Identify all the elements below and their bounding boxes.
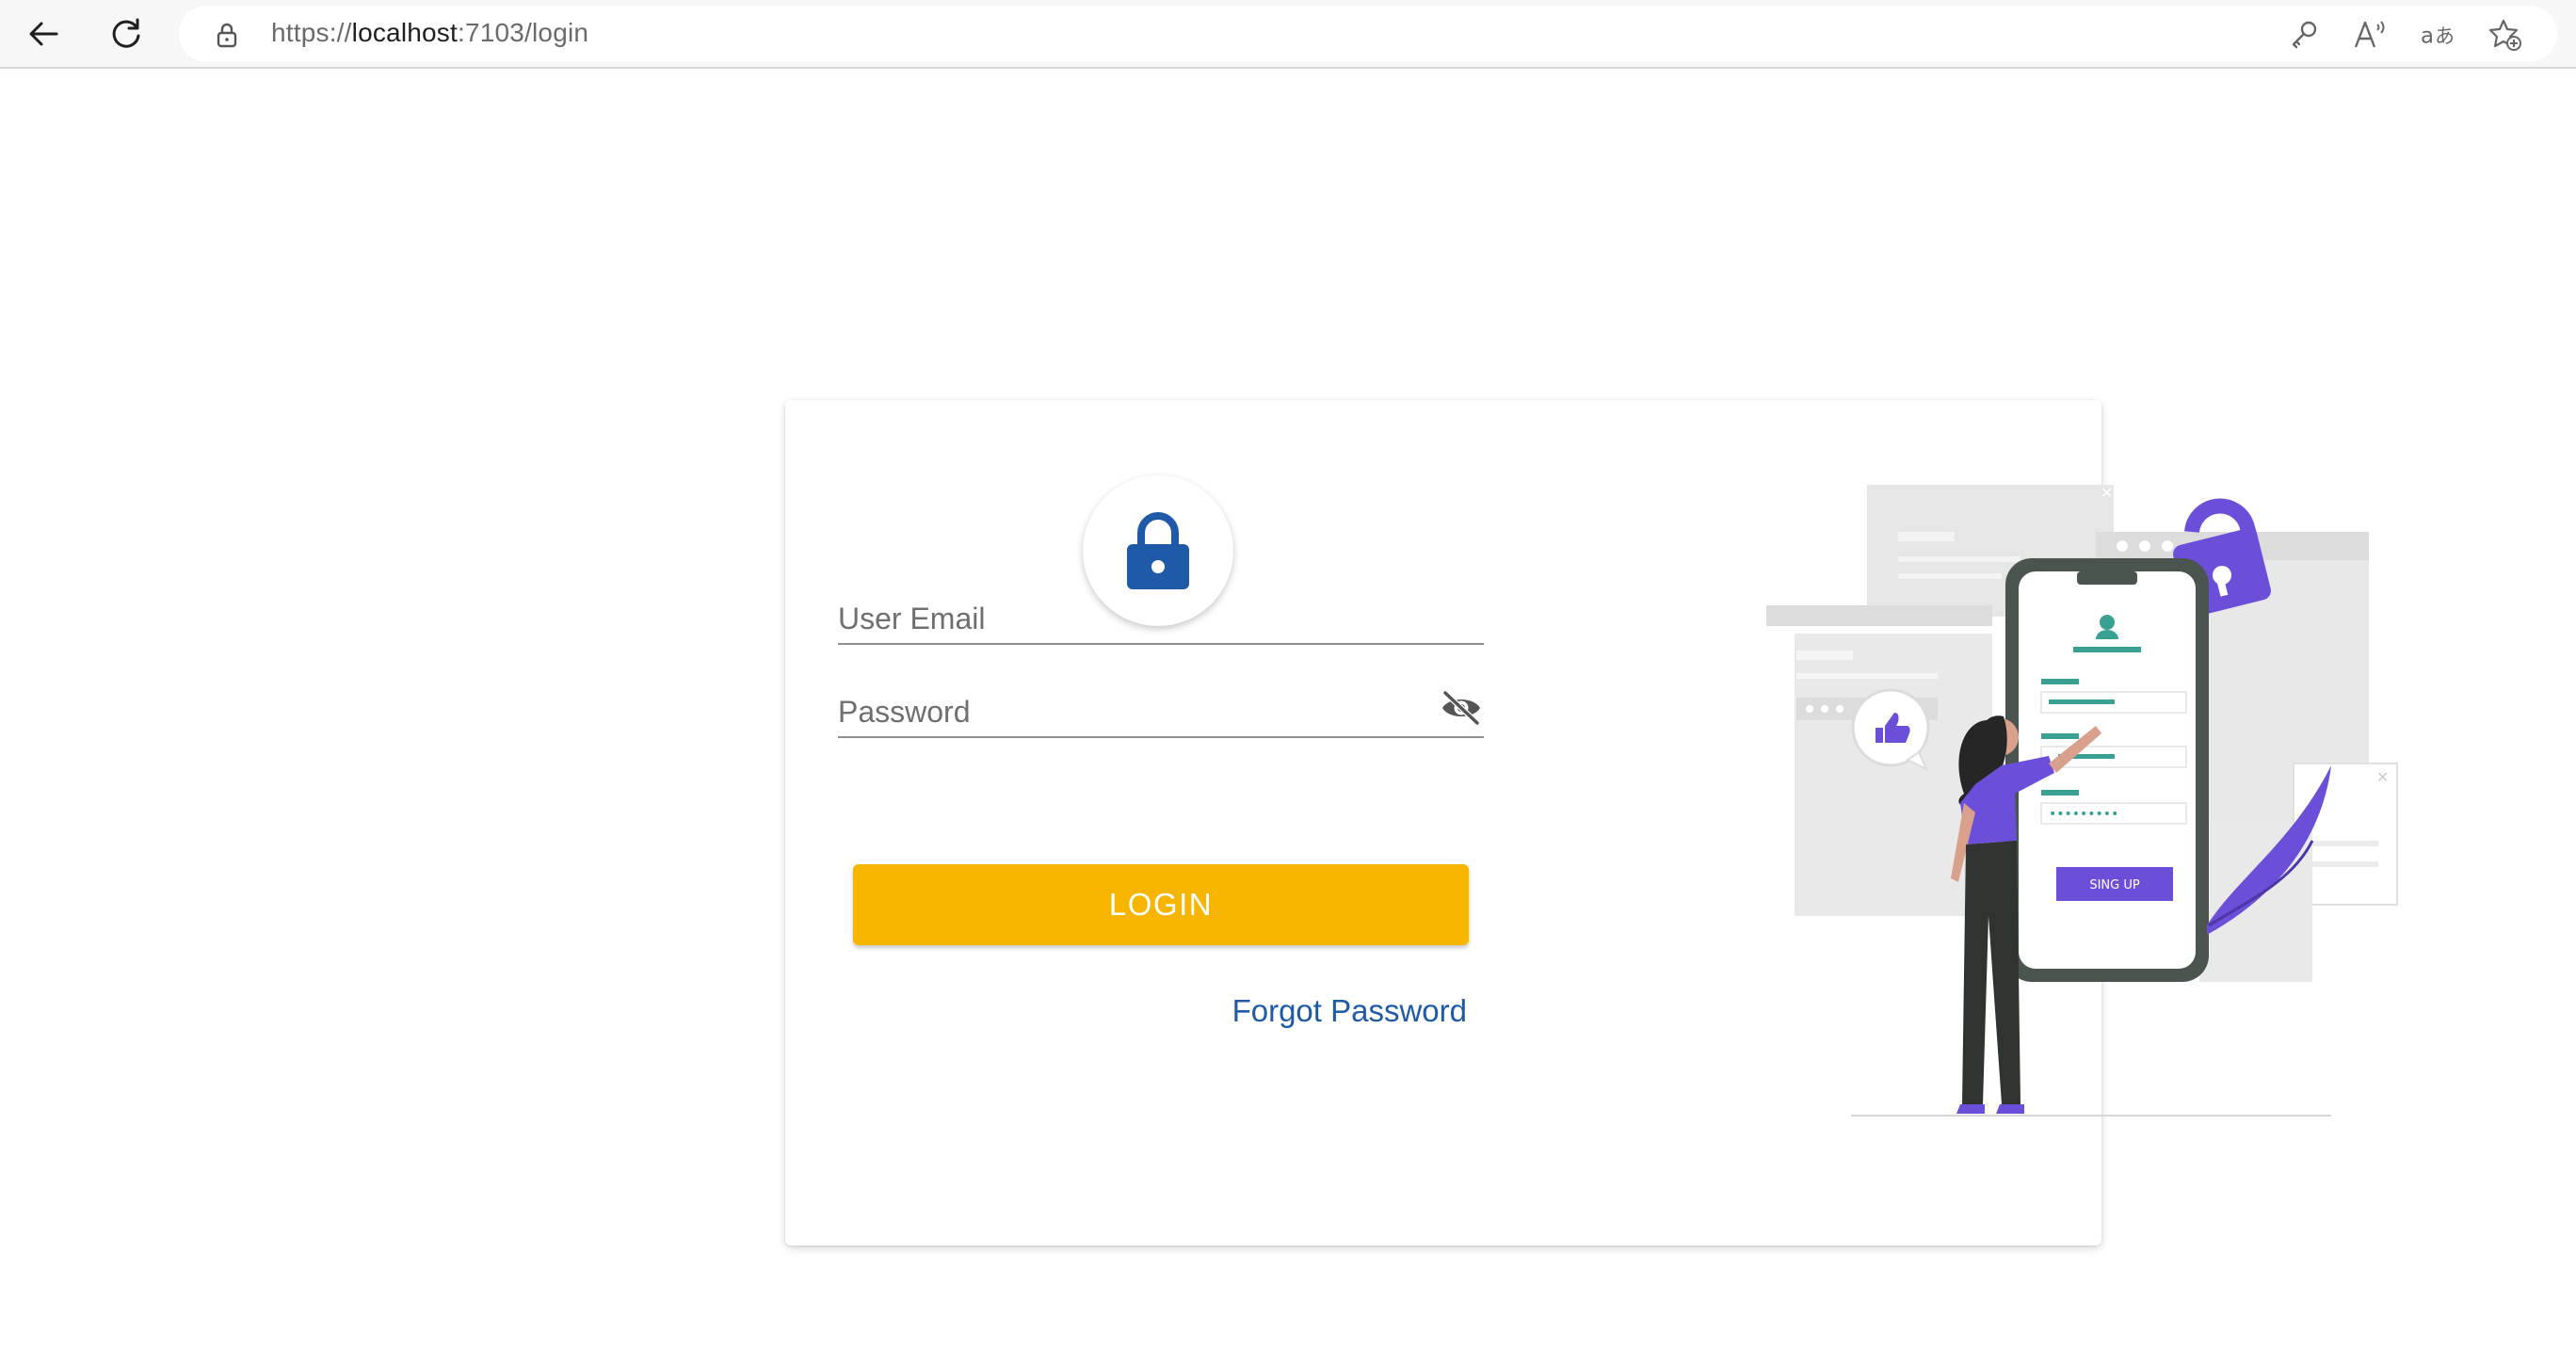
browser-toolbar: https://localhost:7103/login a あ <box>0 0 2576 69</box>
read-aloud-icon <box>2354 21 2385 48</box>
toggle-password-visibility[interactable] <box>1439 685 1484 731</box>
password-input[interactable] <box>838 691 1422 732</box>
url-scheme: https:// <box>271 18 352 47</box>
favorites-icon <box>2488 19 2521 51</box>
back-button[interactable] <box>21 11 66 56</box>
favorites-button[interactable] <box>2487 17 2523 53</box>
read-aloud-button[interactable] <box>2352 17 2388 53</box>
url-text[interactable]: https://localhost:7103/login <box>271 18 588 48</box>
svg-text:あ: あ <box>2435 25 2455 48</box>
svg-text:✕: ✕ <box>2101 484 2113 502</box>
back-arrow-icon <box>29 22 58 46</box>
refresh-icon <box>112 18 140 48</box>
signup-illustration: ✕ ✕ ••••••••• SING UP <box>1766 484 2398 1117</box>
translate-button[interactable]: a あ <box>2420 17 2455 53</box>
address-bar[interactable]: https://localhost:7103/login a あ <box>179 6 2557 62</box>
password-key-button[interactable] <box>2286 17 2322 53</box>
eye-off-icon <box>1442 690 1480 726</box>
svg-text:•••••••••: ••••••••• <box>2049 807 2118 822</box>
login-card: LOGIN Forgot Password ✕ ✕ <box>785 400 2398 1246</box>
svg-text:✕: ✕ <box>2376 768 2389 786</box>
email-input[interactable] <box>838 598 1422 639</box>
login-button[interactable]: LOGIN <box>853 864 1469 945</box>
phone-signup-label: SING UP <box>2089 878 2140 892</box>
lock-icon <box>217 23 237 48</box>
refresh-button[interactable] <box>104 11 149 56</box>
padlock-icon <box>1127 512 1189 589</box>
password-field[interactable] <box>838 682 1484 738</box>
svg-text:a: a <box>2421 24 2434 49</box>
forgot-password-link[interactable]: Forgot Password <box>1232 993 1467 1029</box>
translate-icon: a あ <box>2421 24 2455 49</box>
email-field[interactable] <box>838 588 1484 645</box>
url-path: :7103/login <box>457 18 589 47</box>
url-host: localhost <box>351 18 458 47</box>
key-icon <box>2292 21 2317 49</box>
